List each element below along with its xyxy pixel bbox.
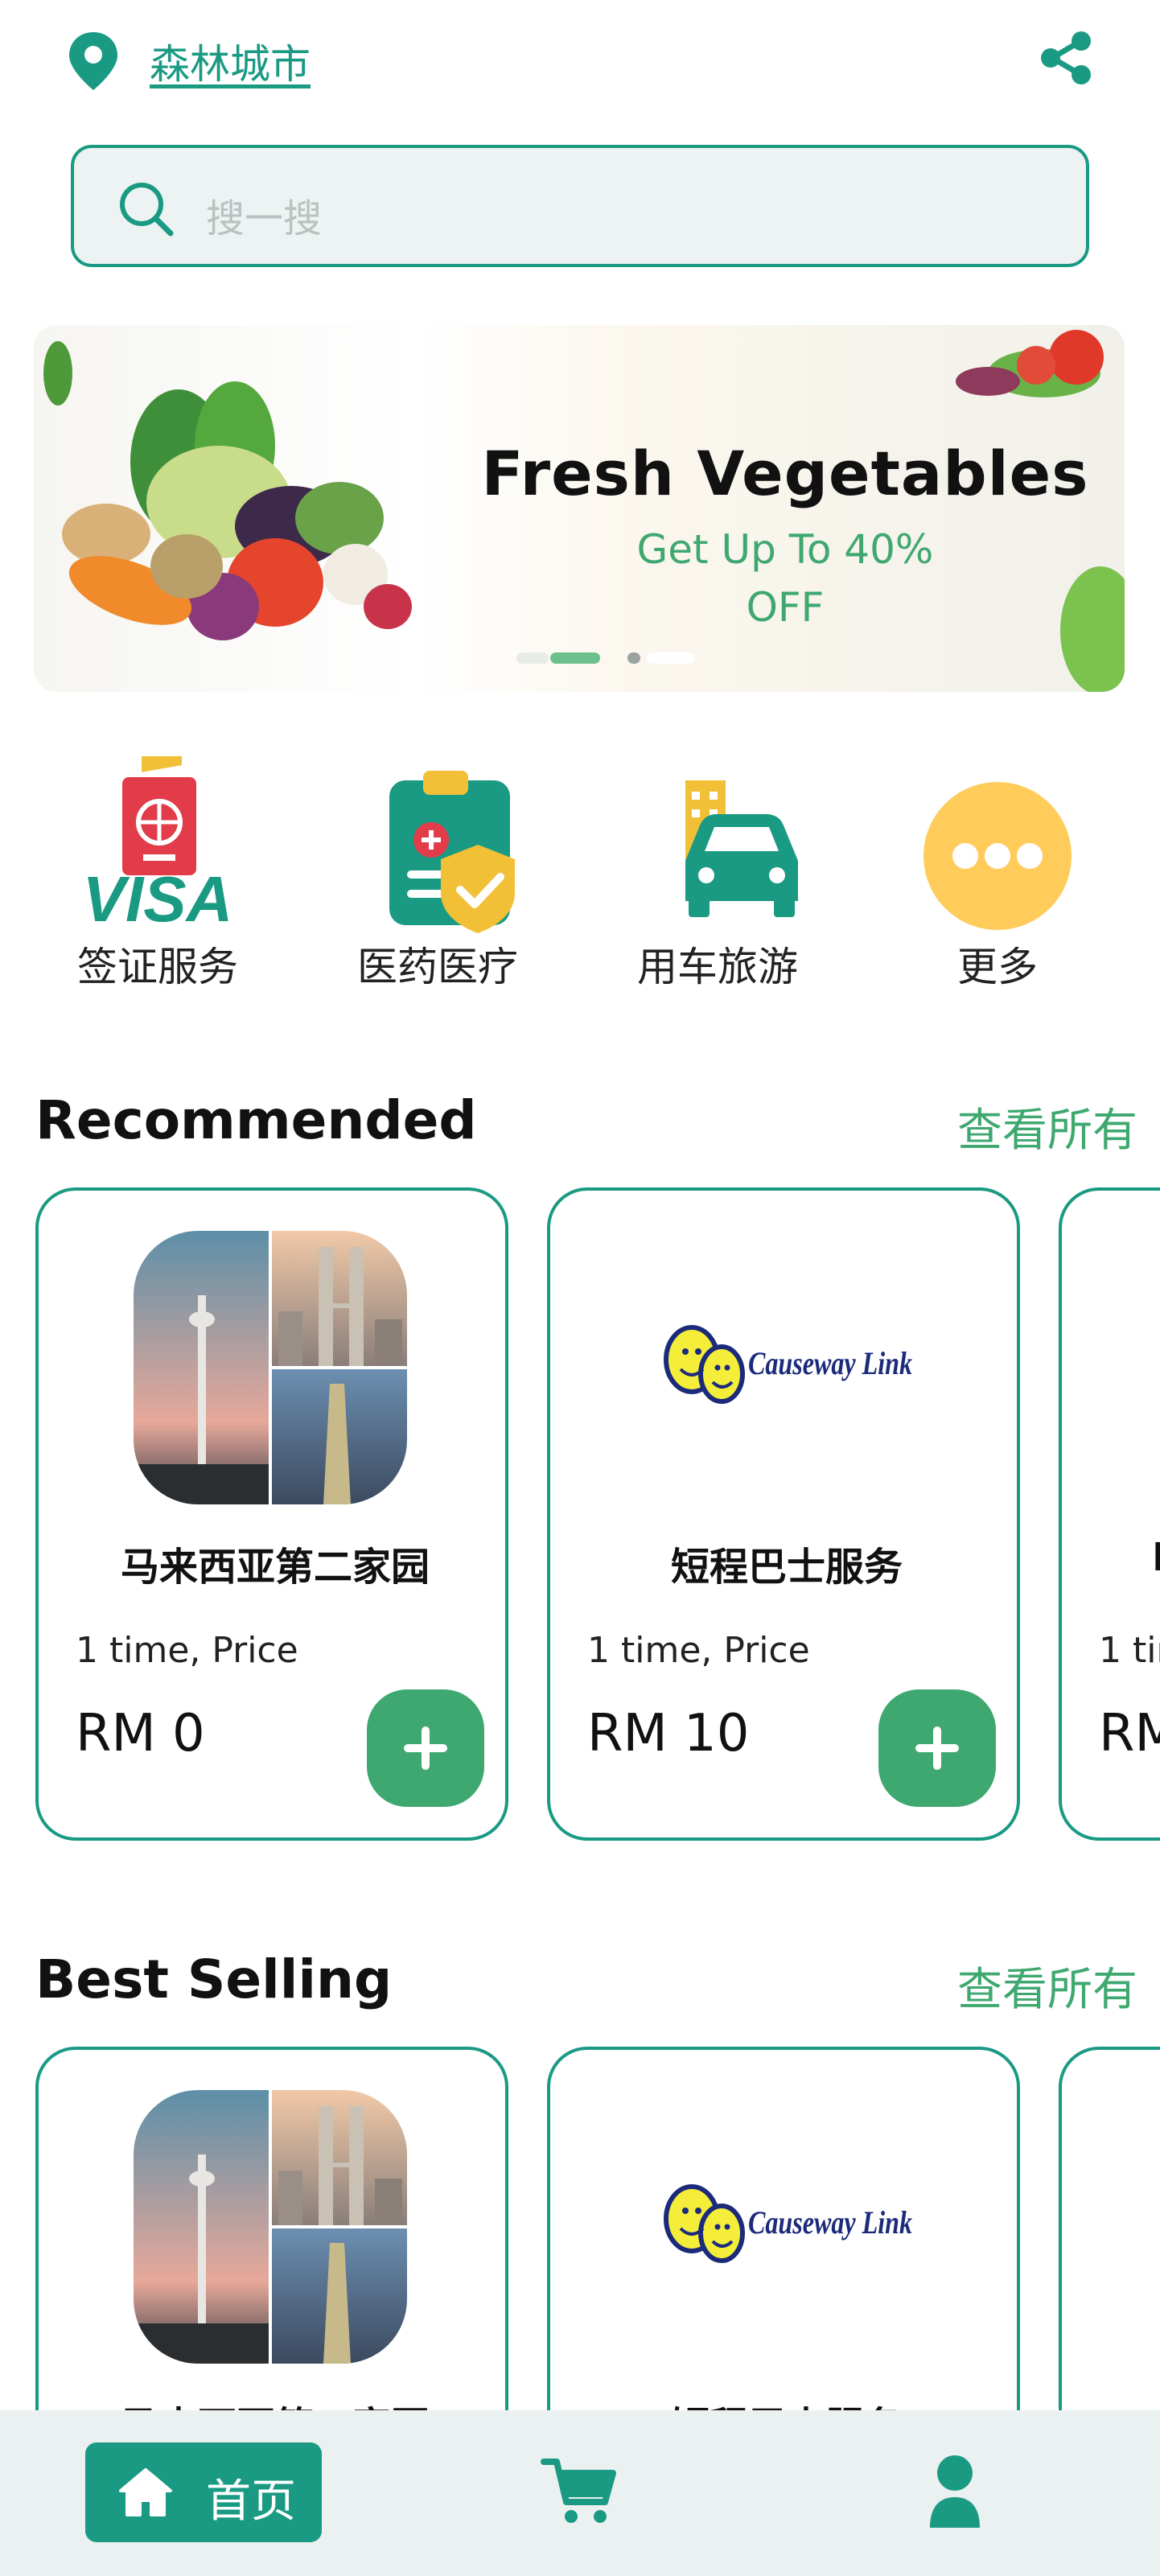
- vegetables-image: [43, 341, 412, 640]
- user-icon[interactable]: [927, 2450, 983, 2531]
- cart-icon[interactable]: [541, 2452, 618, 2529]
- more-dots-icon: [923, 782, 1072, 930]
- kuala-lumpur-image: [134, 1231, 407, 1504]
- home-icon: [119, 2468, 172, 2516]
- map-pin-icon[interactable]: [64, 29, 122, 93]
- category-label: 用车旅游: [637, 944, 798, 990]
- car-travel-icon: [685, 780, 798, 917]
- card-subtitle: 1 time, Price: [587, 1630, 810, 1671]
- product-card[interactable]: Causeway Link 短程巴士服务: [547, 2047, 1020, 2410]
- card-title: 马来西亚第二家园: [120, 1545, 430, 1590]
- visa-passport-icon: VISA: [83, 756, 233, 933]
- view-all-link[interactable]: 查看所有: [957, 1094, 1137, 1159]
- card-price: RM: [1099, 1704, 1160, 1763]
- category-label: 签证服务: [77, 944, 238, 990]
- bottom-navigation: 首页: [0, 2410, 1160, 2576]
- category-label: 医药医疗: [357, 944, 518, 990]
- category-car[interactable]: 用车旅游: [597, 756, 838, 998]
- view-all-link[interactable]: 查看所有: [957, 1953, 1137, 2018]
- carousel-dot[interactable]: [627, 652, 640, 664]
- card-title: 短程巴士服务: [550, 2394, 1017, 2410]
- product-card[interactable]: 马来西亚第二家园 1 time, Price RM 0: [35, 1187, 508, 1841]
- best-selling-list: 马来西亚第二家园 Causeway Link 短程巴士服务: [0, 2047, 1160, 2410]
- search-input[interactable]: 搜一搜: [206, 187, 322, 243]
- causeway-link-logo: Causeway Link: [664, 2184, 912, 2263]
- category-more[interactable]: 更多: [877, 756, 1118, 998]
- card-subtitle: 1 tir: [1099, 1630, 1160, 1671]
- carousel-indicator: [516, 650, 710, 666]
- location-link[interactable]: 森林城市: [150, 32, 311, 90]
- card-subtitle: 1 time, Price: [76, 1630, 298, 1671]
- banner-subtitle: Get Up To 40%: [636, 526, 934, 573]
- kuala-lumpur-image: [134, 2090, 407, 2364]
- banner-title: Fresh Vegetables: [481, 438, 1089, 509]
- medical-clipboard-icon: [389, 771, 515, 933]
- product-card[interactable]: Causeway Link 短程巴士服务 1 time, Price RM 10: [547, 1187, 1020, 1841]
- best-selling-header: Best Selling 查看所有: [35, 1948, 1137, 2021]
- add-to-cart-button[interactable]: [878, 1689, 996, 1807]
- category-medical[interactable]: 医药医疗: [317, 756, 558, 998]
- search-icon: [120, 183, 174, 237]
- recommended-header: Recommended 查看所有: [35, 1089, 1137, 1162]
- share-icon[interactable]: [1038, 31, 1094, 85]
- promo-banner[interactable]: Fresh Vegetables Get Up To 40% OFF: [34, 325, 1125, 692]
- nav-home-label: 首页: [206, 2475, 296, 2528]
- card-title: M: [1062, 1535, 1160, 1580]
- card-price: RM 0: [76, 1704, 205, 1763]
- product-card-partial[interactable]: M 1 tir RM: [1059, 1187, 1160, 1841]
- banner-subtitle-off: OFF: [746, 584, 825, 631]
- section-title: Recommended: [35, 1089, 477, 1151]
- category-grid: VISA 签证服务 医药医疗 用车旅游 更多: [0, 756, 1160, 998]
- svg-text:VISA: VISA: [83, 863, 233, 933]
- logo-wordmark: Causeway Link: [748, 1345, 912, 1381]
- category-label: 更多: [957, 944, 1038, 990]
- carousel-dot[interactable]: [647, 652, 695, 664]
- card-price: RM 10: [587, 1704, 750, 1763]
- category-visa[interactable]: VISA 签证服务: [37, 756, 278, 998]
- product-card-partial[interactable]: [1059, 2047, 1160, 2410]
- recommended-list: 马来西亚第二家园 1 time, Price RM 0 Causeway Lin…: [0, 1187, 1160, 1847]
- logo-wordmark: Causeway Link: [748, 2204, 912, 2241]
- card-title: 短程巴士服务: [670, 1545, 903, 1590]
- search-bar[interactable]: 搜一搜: [71, 145, 1089, 267]
- card-title: 马来西亚第二家园: [39, 2394, 505, 2410]
- carousel-dot-active[interactable]: [550, 652, 600, 664]
- product-card[interactable]: 马来西亚第二家园: [35, 2047, 508, 2410]
- causeway-link-logo: Causeway Link: [664, 1325, 912, 1404]
- carousel-dot[interactable]: [516, 652, 549, 664]
- add-to-cart-button[interactable]: [367, 1689, 484, 1807]
- top-bar: 森林城市: [0, 0, 1160, 121]
- section-title: Best Selling: [35, 1948, 393, 2010]
- nav-home-button[interactable]: 首页: [85, 2442, 322, 2542]
